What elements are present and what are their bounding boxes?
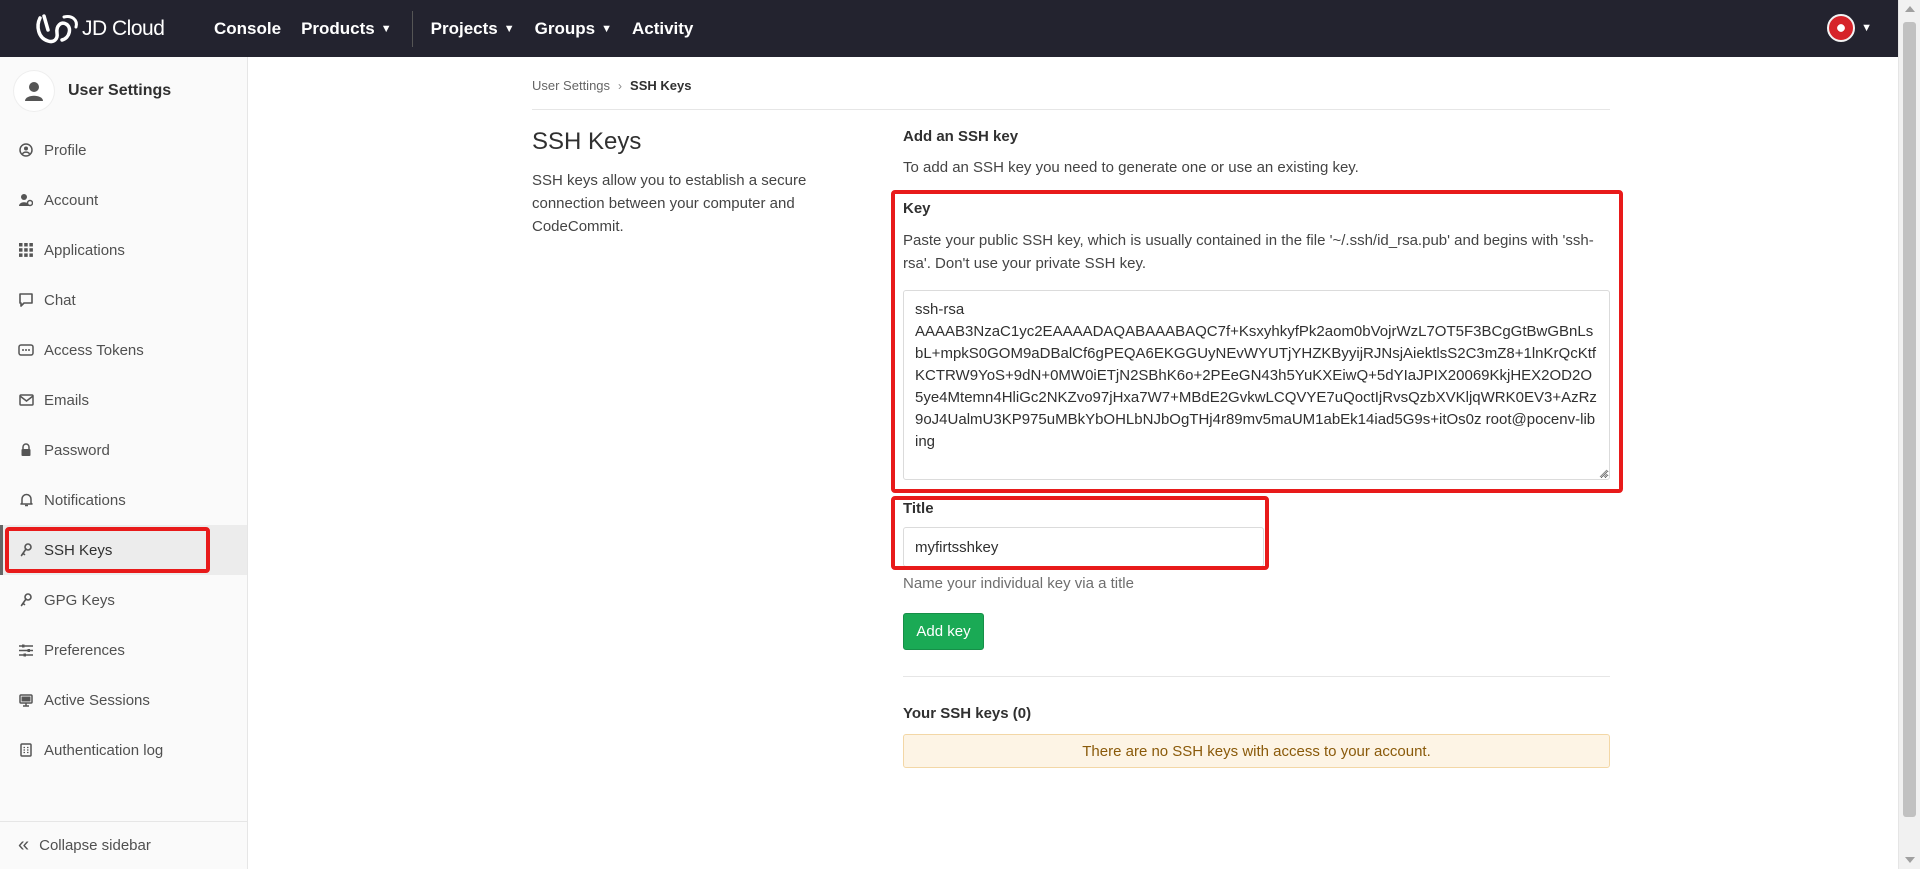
user-icon xyxy=(14,71,54,111)
nav-activity[interactable]: Activity xyxy=(632,19,693,39)
preferences-icon xyxy=(18,642,34,658)
sidebar-item-label: Emails xyxy=(44,391,90,409)
resize-handle-icon[interactable] xyxy=(1598,468,1608,478)
page-scrollbar[interactable] xyxy=(1898,0,1920,869)
brand-name: JD Cloud xyxy=(82,16,165,40)
sidebar-item-label: Chat xyxy=(44,291,76,309)
sidebar-title: User Settings xyxy=(68,82,172,99)
nav-projects-label: Projects xyxy=(430,18,498,38)
key-label: Key xyxy=(903,200,931,217)
nav-groups-label: Groups xyxy=(534,18,596,38)
add-key-button[interactable]: Add key xyxy=(903,613,984,650)
nav-products-label: Products xyxy=(301,18,375,38)
chat-icon xyxy=(18,292,34,308)
double-chevron-left-icon: « xyxy=(18,834,30,856)
breadcrumb-parent-link[interactable]: User Settings xyxy=(532,78,610,93)
nav-console[interactable]: Console xyxy=(214,19,281,39)
nav-projects[interactable]: Projects ▼ xyxy=(431,19,515,39)
sidebar-item-gpg-keys[interactable]: GPG Keys xyxy=(0,575,247,625)
jdcloud-logo-icon xyxy=(36,13,78,43)
chevron-down-icon: ▼ xyxy=(380,22,392,35)
collapse-sidebar-label: Collapse sidebar xyxy=(39,837,151,854)
scroll-down-icon[interactable] xyxy=(1905,857,1915,863)
title-input[interactable] xyxy=(903,527,1264,567)
chevron-down-icon: ▼ xyxy=(601,22,612,35)
sidebar-item-access-tokens[interactable]: Access Tokens xyxy=(0,325,247,375)
top-navbar: JD Cloud Console Products ▼ Projects ▼ Gro… xyxy=(0,0,1898,57)
applications-icon xyxy=(18,242,34,258)
scrollbar-thumb[interactable] xyxy=(1903,22,1916,817)
sidebar-item-label: Access Tokens xyxy=(44,341,144,359)
sidebar-item-ssh-keys[interactable]: SSH Keys xyxy=(0,525,247,575)
sidebar-item-label: SSH Keys xyxy=(44,541,113,559)
page-title: SSH Keys xyxy=(532,128,642,155)
user-menu[interactable]: ▼ xyxy=(1827,14,1872,42)
sidebar-item-label: Notifications xyxy=(44,491,126,509)
breadcrumb-current: SSH Keys xyxy=(630,78,692,93)
sidebar-item-label: Account xyxy=(44,191,99,209)
nav-groups[interactable]: Groups ▼ xyxy=(535,19,612,39)
email-icon xyxy=(18,392,34,408)
sidebar-header[interactable]: User Settings xyxy=(0,57,247,125)
ssh-keys-list-title: Your SSH keys (0) xyxy=(903,705,1032,722)
bell-icon xyxy=(18,492,34,508)
page-description: SSH keys allow you to establish a secure… xyxy=(532,172,807,235)
profile-icon xyxy=(18,142,34,158)
sidebar-item-label: Password xyxy=(44,441,110,459)
section-title: Add an SSH key xyxy=(903,128,1019,145)
sidebar-item-chat[interactable]: Chat xyxy=(0,275,247,325)
nav-console-label: Console xyxy=(214,18,282,38)
scroll-up-icon[interactable] xyxy=(1905,6,1915,12)
title-label: Title xyxy=(903,500,934,517)
chevron-down-icon: ▼ xyxy=(503,22,515,35)
sidebar-item-label: Authentication log xyxy=(44,741,164,759)
section-divider xyxy=(903,676,1610,677)
token-icon xyxy=(18,342,34,358)
chevron-right-icon: › xyxy=(618,78,623,93)
user-avatar-icon[interactable] xyxy=(1827,14,1856,42)
nav-products[interactable]: Products ▼ xyxy=(301,19,392,39)
breadcrumb-divider xyxy=(532,109,1610,110)
sidebar-item-label: Profile xyxy=(44,141,87,159)
sidebar-item-authentication-log[interactable]: Authentication log xyxy=(0,725,247,775)
empty-keys-alert: There are no SSH keys with access to you… xyxy=(903,734,1610,768)
sidebar-item-profile[interactable]: Profile xyxy=(0,125,247,175)
sidebar-item-label: Preferences xyxy=(44,641,125,659)
sidebar-item-active-sessions[interactable]: Active Sessions xyxy=(0,675,247,725)
key-textarea[interactable] xyxy=(903,290,1610,480)
key-help-text: Paste your public SSH key, which is usua… xyxy=(903,232,1594,272)
page-intro: SSH Keys SSH keys allow you to establish… xyxy=(532,128,862,238)
monitor-icon xyxy=(18,692,34,708)
chevron-down-icon: ▼ xyxy=(1861,22,1872,34)
sidebar-item-preferences[interactable]: Preferences xyxy=(0,625,247,675)
section-subtitle: To add an SSH key you need to generate o… xyxy=(903,159,1359,176)
breadcrumb: User Settings › SSH Keys xyxy=(532,78,691,93)
sidebar-item-label: Active Sessions xyxy=(44,691,150,709)
brand-logo[interactable]: JD Cloud xyxy=(34,12,184,46)
collapse-sidebar-button[interactable]: « Collapse sidebar xyxy=(0,821,247,869)
sidebar-item-applications[interactable]: Applications xyxy=(0,225,247,275)
key-icon xyxy=(18,592,34,608)
sidebar-item-account[interactable]: Account xyxy=(0,175,247,225)
key-icon xyxy=(18,542,34,558)
title-help-text: Name your individual key via a title xyxy=(903,575,1134,592)
nav-divider xyxy=(411,10,413,47)
nav-activity-label: Activity xyxy=(631,18,694,38)
sidebar-item-label: Applications xyxy=(44,241,125,259)
sidebar-item-password[interactable]: Password xyxy=(0,425,247,475)
sidebar-item-notifications[interactable]: Notifications xyxy=(0,475,247,525)
settings-sidebar: User Settings Profile Account Applicatio… xyxy=(0,57,248,869)
sidebar-item-label: GPG Keys xyxy=(44,591,115,609)
account-icon xyxy=(18,192,34,208)
sidebar-item-emails[interactable]: Emails xyxy=(0,375,247,425)
add-ssh-key-section: Add an SSH key To add an SSH key you nee… xyxy=(903,128,1610,176)
log-icon xyxy=(18,742,34,758)
lock-icon xyxy=(18,442,34,458)
